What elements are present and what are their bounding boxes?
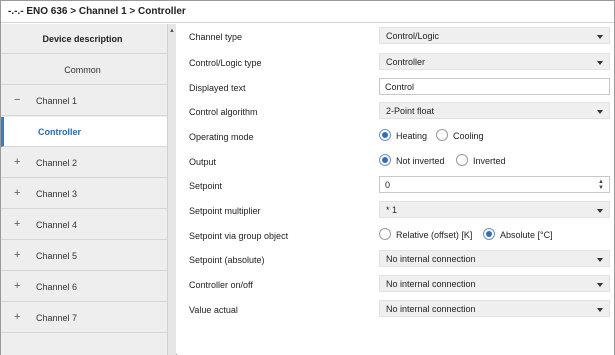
radio-button-icon[interactable] — [379, 129, 391, 141]
sidebar-item-label: Channel 2 — [36, 158, 78, 168]
sidebar-item-label: Channel 3 — [36, 189, 78, 199]
radio-label: Heating — [396, 131, 428, 141]
sidebar-item-label: Channel 1 — [36, 96, 78, 106]
displayed-text-input[interactable]: Control — [379, 78, 610, 95]
operating-mode-radio-group: Heating Cooling — [379, 127, 610, 144]
setpoint-stepper[interactable]: 0 ▲ ▼ — [379, 176, 610, 193]
sidebar-item-controller[interactable]: Controller — [1, 117, 167, 147]
param-row-setpoint-absolute: Setpoint (absolute) No internal connecti… — [177, 247, 614, 273]
output-radio-group: Not inverted Inverted — [379, 152, 610, 169]
title-bar: -.-.- ENO 636 > Channel 1 > Controller — [1, 1, 614, 23]
expand-icon[interactable]: + — [14, 249, 20, 261]
param-label: Control/Logic type — [189, 58, 262, 68]
controller-on-off-select[interactable]: No internal connection — [379, 275, 610, 292]
radio-button-icon[interactable] — [483, 228, 495, 240]
select-value: No internal connection — [386, 279, 476, 289]
setpoint-group-object-radio-group: Relative (offset) [K] Absolute [°C] — [379, 226, 610, 243]
radio-button-icon[interactable] — [456, 154, 468, 166]
expand-icon[interactable]: + — [14, 156, 20, 168]
sidebar-item-channel-5[interactable]: + Channel 5 — [1, 241, 167, 271]
param-label: Setpoint (absolute) — [189, 255, 265, 265]
select-value: Control/Logic — [386, 31, 440, 41]
radio-button-icon[interactable] — [436, 129, 448, 141]
param-label: Value actual — [189, 305, 238, 315]
chevron-down-icon — [597, 35, 603, 39]
setpoint-absolute-select[interactable]: No internal connection — [379, 250, 610, 267]
param-row-setpoint-multiplier: Setpoint multiplier * 1 — [177, 198, 614, 224]
param-row-value-actual: Value actual No internal connection — [177, 297, 614, 323]
chevron-down-icon — [597, 258, 603, 262]
param-label: Operating mode — [189, 132, 254, 142]
sidebar-item-label: Channel 6 — [36, 282, 78, 292]
radio-button-icon[interactable] — [379, 228, 391, 240]
channel-type-select[interactable]: Control/Logic — [379, 27, 610, 44]
sidebar-item-channel-3[interactable]: + Channel 3 — [1, 179, 167, 209]
select-value: No internal connection — [386, 304, 476, 314]
stepper-down-icon[interactable]: ▼ — [598, 185, 604, 191]
input-value: Control — [385, 82, 415, 92]
param-row-setpoint: Setpoint 0 ▲ ▼ — [177, 173, 614, 199]
param-row-output: Output Not inverted Inverted — [177, 149, 614, 175]
sidebar-item-label: Controller — [38, 127, 82, 137]
setpoint-multiplier-select[interactable]: * 1 — [379, 201, 610, 218]
parameter-window: -.-.- ENO 636 > Channel 1 > Controller D… — [0, 0, 615, 355]
chevron-down-icon — [597, 209, 603, 213]
scroll-up-icon[interactable]: ▲ — [169, 28, 175, 34]
sidebar-item-label: Common — [64, 65, 101, 75]
sidebar-item-channel-6[interactable]: + Channel 6 — [1, 272, 167, 302]
radio-label: Not inverted — [396, 156, 445, 166]
param-label: Controller on/off — [189, 280, 253, 290]
radio-button-icon[interactable] — [379, 154, 391, 166]
param-row-operating-mode: Operating mode Heating Cooling — [177, 124, 614, 150]
sidebar-item-device-description[interactable]: Device description — [1, 24, 167, 54]
param-label: Output — [189, 157, 217, 167]
sidebar-item-label: Channel 5 — [36, 251, 78, 261]
control-logic-type-select[interactable]: Controller — [379, 53, 610, 70]
sidebar-item-channel-4[interactable]: + Channel 4 — [1, 210, 167, 240]
param-label: Setpoint multiplier — [189, 206, 261, 216]
stepper-value: 0 — [385, 180, 391, 190]
collapse-icon[interactable]: − — [14, 94, 20, 106]
select-value: 2-Point float — [386, 106, 435, 116]
param-row-control-algorithm: Control algorithm 2-Point float — [177, 99, 614, 125]
sidebar-item-common[interactable]: Common — [1, 55, 167, 85]
param-label: Setpoint — [189, 181, 223, 191]
sidebar-item-channel-7[interactable]: + Channel 7 — [1, 303, 167, 333]
param-label: Displayed text — [189, 83, 246, 93]
param-label: Control algorithm — [189, 107, 258, 117]
value-actual-select[interactable]: No internal connection — [379, 300, 610, 317]
sidebar-item-label: Channel 7 — [36, 313, 78, 323]
expand-icon[interactable]: + — [14, 311, 20, 323]
chevron-down-icon — [597, 61, 603, 65]
window-title: -.-.- ENO 636 > Channel 1 > Controller — [8, 6, 186, 17]
sidebar-item-label: Channel 4 — [36, 220, 78, 230]
chevron-down-icon — [597, 110, 603, 114]
sidebar-item-channel-1[interactable]: − Channel 1 — [1, 86, 167, 116]
param-label: Setpoint via group object — [189, 231, 289, 241]
chevron-down-icon — [597, 283, 603, 287]
radio-label: Relative (offset) [K] — [396, 230, 473, 240]
channel-sidebar: Device description Common − Channel 1 Co… — [1, 24, 167, 355]
radio-label: Inverted — [473, 156, 506, 166]
select-value: No internal connection — [386, 254, 476, 264]
select-value: Controller — [386, 57, 426, 67]
param-row-displayed-text: Displayed text Control — [177, 75, 614, 101]
param-row-controller-on-off: Controller on/off No internal connection — [177, 272, 614, 298]
expand-icon[interactable]: + — [14, 218, 20, 230]
radio-label: Cooling — [453, 131, 484, 141]
sidebar-item-channel-2[interactable]: + Channel 2 — [1, 148, 167, 178]
expand-icon[interactable]: + — [14, 187, 20, 199]
param-row-control-logic-type: Control/Logic type Controller — [177, 50, 614, 76]
select-value: * 1 — [386, 205, 398, 215]
chevron-down-icon — [597, 308, 603, 312]
param-row-setpoint-via-group-object: Setpoint via group object Relative (offs… — [177, 223, 614, 249]
radio-label: Absolute [°C] — [500, 230, 553, 240]
param-label: Channel type — [189, 32, 243, 42]
control-algorithm-select[interactable]: 2-Point float — [379, 102, 610, 119]
parameter-panel: Channel type Control/Logic Control/Logic… — [177, 24, 614, 355]
sidebar-item-label: Device description — [42, 34, 123, 44]
expand-icon[interactable]: + — [14, 280, 20, 292]
sidebar-scrollbar[interactable]: ▲ — [167, 24, 176, 355]
param-row-channel-type: Channel type Control/Logic — [177, 24, 614, 50]
